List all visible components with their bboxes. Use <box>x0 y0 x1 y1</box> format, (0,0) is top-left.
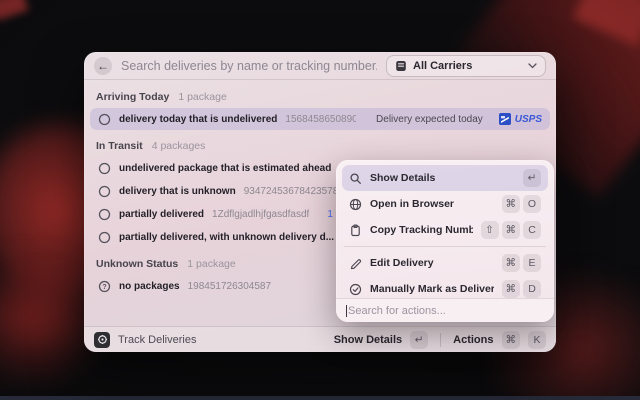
progress-circle-icon <box>98 231 111 244</box>
search-header: ← Search deliveries by name or tracking … <box>84 52 556 80</box>
progress-circle-icon <box>98 162 111 175</box>
chevron-down-icon <box>528 63 537 69</box>
cmd-key-badge: ⌘ <box>502 221 521 239</box>
return-key-badge: ↵ <box>523 169 541 187</box>
progress-circle-icon <box>98 185 111 198</box>
cmd-key-badge: ⌘ <box>502 331 521 349</box>
search-input[interactable]: Search deliveries by name or tracking nu… <box>121 59 377 73</box>
section-title: Arriving Today <box>96 91 169 103</box>
progress-circle-icon <box>98 113 111 126</box>
extension-name: Track Deliveries <box>118 334 326 346</box>
section-in-transit: In Transit 4 packages <box>90 131 550 156</box>
actions-search-placeholder: Search for actions... <box>348 305 446 317</box>
primary-action-label[interactable]: Show Details <box>334 334 402 346</box>
extension-icon <box>94 332 110 348</box>
actions-search-input[interactable]: Search for actions... <box>336 298 554 322</box>
progress-circle-icon <box>98 208 111 221</box>
delivery-eta-text: Delivery expected today <box>376 114 483 125</box>
actions-menu-list: Show Details ↵ Open in Browser ⌘ O Copy … <box>336 160 554 298</box>
menu-item-label: Open in Browser <box>370 198 494 210</box>
menu-item-label: Copy Tracking Number <box>370 224 473 236</box>
section-count: 1 package <box>187 258 235 270</box>
menu-item-edit-delivery[interactable]: Edit Delivery ⌘ E <box>342 250 548 276</box>
k-key-badge: K <box>528 331 546 349</box>
delivery-title: partially delivered <box>119 209 204 220</box>
pencil-icon <box>349 257 362 270</box>
menu-item-label: Show Details <box>370 172 515 184</box>
back-arrow-icon: ← <box>97 59 109 73</box>
globe-icon <box>349 198 362 211</box>
tracking-number: 156845865089045685454467 <box>285 114 356 125</box>
o-key-badge: O <box>523 195 541 213</box>
text-cursor <box>346 305 347 317</box>
section-title: Unknown Status <box>96 258 178 270</box>
actions-button[interactable]: Actions <box>453 334 493 346</box>
eta-accessory: 1 <box>327 209 333 220</box>
usps-logo-icon <box>499 113 511 125</box>
menu-item-copy-tracking-number[interactable]: Copy Tracking Number ⇧ ⌘ C <box>342 217 548 243</box>
return-key-badge: ↵ <box>410 331 428 349</box>
cmd-key-badge: ⌘ <box>502 254 521 272</box>
screen-bottom-bar <box>0 396 640 400</box>
carrier-dropdown-label: All Carriers <box>413 60 522 72</box>
cmd-key-badge: ⌘ <box>502 280 521 298</box>
delivery-title: delivery today that is undelivered <box>119 114 277 125</box>
divider <box>440 333 441 347</box>
delivery-title: no packages <box>119 281 180 292</box>
section-count: 4 packages <box>152 140 206 152</box>
carriers-box-icon <box>395 60 407 72</box>
question-circle-icon: ? <box>98 280 111 293</box>
delivery-row-undelivered-today[interactable]: delivery today that is undelivered 15684… <box>90 108 550 130</box>
carrier-dropdown[interactable]: All Carriers <box>386 55 546 77</box>
delivery-title: undelivered package that is estimated ah… <box>119 163 331 174</box>
section-title: In Transit <box>96 140 143 152</box>
menu-divider <box>344 246 546 247</box>
tracking-number: 198451726304587 <box>188 281 271 292</box>
section-count: 1 package <box>178 91 226 103</box>
menu-item-open-in-browser[interactable]: Open in Browser ⌘ O <box>342 191 548 217</box>
delivery-title: delivery that is unknown <box>119 186 236 197</box>
clipboard-icon <box>349 224 362 237</box>
tracking-number: 1Zdflgjadlhjfgasdfasdf <box>212 209 309 220</box>
svg-text:?: ? <box>102 284 106 291</box>
delivery-title: partially delivered, with unknown delive… <box>119 232 334 243</box>
back-button[interactable]: ← <box>94 57 112 75</box>
section-arriving-today: Arriving Today 1 package <box>90 82 550 107</box>
c-key-badge: C <box>523 221 541 239</box>
menu-item-mark-as-delivered[interactable]: Manually Mark as Delivered ⌘ D <box>342 276 548 298</box>
e-key-badge: E <box>523 254 541 272</box>
d-key-badge: D <box>523 280 541 298</box>
menu-item-show-details[interactable]: Show Details ↵ <box>342 165 548 191</box>
check-circle-icon <box>349 283 362 296</box>
shift-key-badge: ⇧ <box>481 221 499 239</box>
carrier-badge: USPS <box>499 113 542 125</box>
carrier-name: USPS <box>515 114 542 125</box>
cmd-key-badge: ⌘ <box>502 195 521 213</box>
menu-item-label: Edit Delivery <box>370 257 494 269</box>
actions-menu: Show Details ↵ Open in Browser ⌘ O Copy … <box>336 160 554 322</box>
menu-item-label: Manually Mark as Delivered <box>370 283 494 295</box>
action-bar: Track Deliveries Show Details ↵ Actions … <box>84 326 556 352</box>
magnifier-icon <box>349 172 362 185</box>
